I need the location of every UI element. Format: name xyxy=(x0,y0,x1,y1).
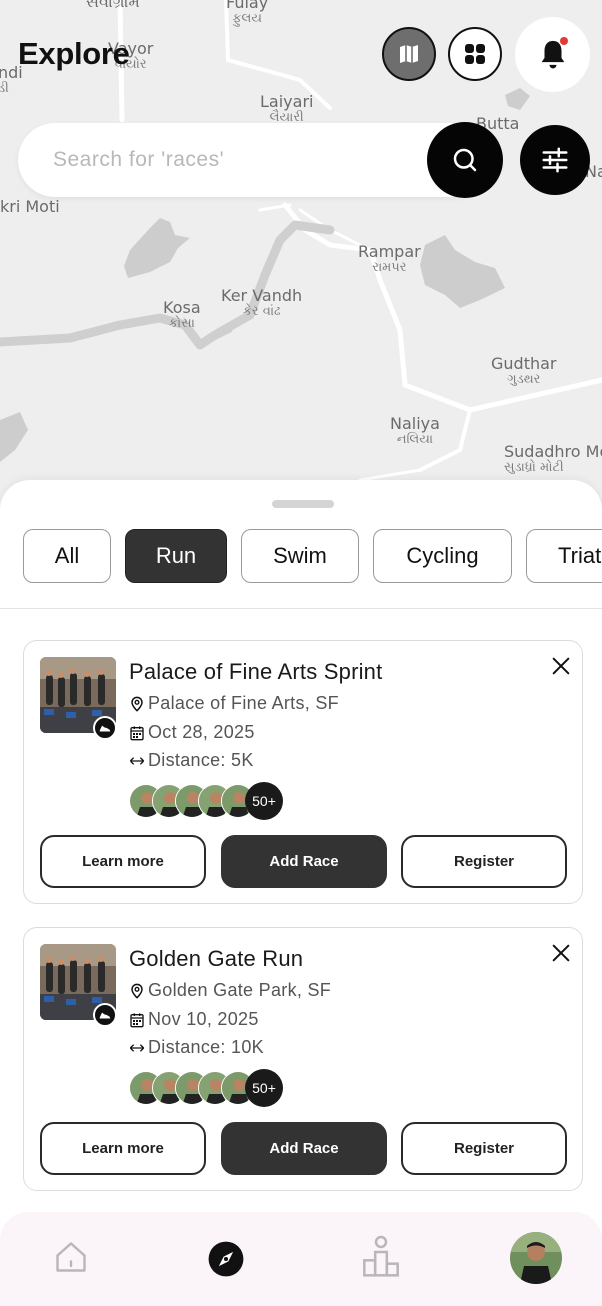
calendar-icon xyxy=(130,725,144,740)
running-shoe-icon xyxy=(93,1003,117,1027)
map-view-button[interactable] xyxy=(382,27,436,81)
chip-swim[interactable]: Swim xyxy=(241,529,359,583)
location-pin-icon xyxy=(131,983,143,999)
calendar-icon xyxy=(130,1012,144,1027)
race-location-text: Palace of Fine Arts, SF xyxy=(148,693,339,713)
search-button[interactable] xyxy=(427,122,503,198)
map-icon xyxy=(400,45,418,63)
race-date-text: Nov 10, 2025 xyxy=(148,1009,259,1029)
race-card[interactable]: Golden Gate Run Golden Gate Park, SF Nov… xyxy=(23,927,583,1191)
sport-filter-chips: All Run Swim Cycling Triath xyxy=(23,529,602,583)
close-icon[interactable] xyxy=(550,942,572,964)
add-race-button[interactable]: Add Race xyxy=(221,1122,387,1175)
map-label-naliya: Naliya નલિયા xyxy=(390,414,440,448)
notifications-button[interactable] xyxy=(515,17,590,92)
grid-icon xyxy=(465,44,485,64)
leaderboard-icon xyxy=(363,1235,399,1277)
register-button[interactable]: Register xyxy=(401,835,567,888)
race-location-text: Golden Gate Park, SF xyxy=(148,980,332,1000)
race-location: Palace of Fine Arts, SF xyxy=(129,693,339,714)
close-icon[interactable] xyxy=(550,655,572,677)
race-distance-text: Distance: 5K xyxy=(148,750,254,770)
page-title: Explore xyxy=(18,36,130,71)
learn-more-button[interactable]: Learn more xyxy=(40,835,206,888)
profile-avatar[interactable] xyxy=(510,1232,562,1284)
sliders-icon xyxy=(542,147,568,173)
chip-cycling[interactable]: Cycling xyxy=(373,529,512,583)
participant-avatars[interactable]: 50+ xyxy=(129,1069,289,1107)
nav-explore[interactable] xyxy=(207,1240,245,1278)
running-shoe-icon xyxy=(93,716,117,740)
race-location: Golden Gate Park, SF xyxy=(129,980,331,1001)
distance-arrows-icon xyxy=(129,756,145,765)
bottom-navigation xyxy=(0,1212,602,1306)
nav-leaderboard[interactable] xyxy=(360,1234,402,1280)
home-icon xyxy=(56,1242,86,1272)
race-distance: Distance: 10K xyxy=(129,1037,264,1058)
map-label-kosa: Kosa કોસા xyxy=(163,298,201,332)
divider xyxy=(0,608,602,609)
participant-avatars[interactable]: 50+ xyxy=(129,782,289,820)
search-bar[interactable] xyxy=(18,123,488,197)
search-icon xyxy=(453,148,477,172)
add-race-button[interactable]: Add Race xyxy=(221,835,387,888)
sheet-drag-handle[interactable] xyxy=(272,500,334,508)
race-date: Oct 28, 2025 xyxy=(129,722,255,743)
map-label-sevagram: સેવાગ્રામ xyxy=(86,0,140,11)
chip-all[interactable]: All xyxy=(23,529,111,583)
race-title[interactable]: Golden Gate Run xyxy=(129,946,303,972)
race-date-text: Oct 28, 2025 xyxy=(148,722,255,742)
map-label-vakri-moti: kri Moti xyxy=(0,197,60,216)
map-label-gudthar: Gudthar ગુડથર xyxy=(491,354,557,388)
race-card[interactable]: Palace of Fine Arts Sprint Palace of Fin… xyxy=(23,640,583,904)
grid-view-button[interactable] xyxy=(448,27,502,81)
nav-home[interactable] xyxy=(50,1236,92,1278)
distance-arrows-icon xyxy=(129,1043,145,1052)
compass-icon xyxy=(208,1241,244,1277)
race-title[interactable]: Palace of Fine Arts Sprint xyxy=(129,659,382,685)
location-pin-icon xyxy=(131,696,143,712)
participants-more-count: 50+ xyxy=(245,1069,283,1107)
map-roads xyxy=(0,0,602,482)
filter-button[interactable] xyxy=(520,125,590,195)
learn-more-button[interactable]: Learn more xyxy=(40,1122,206,1175)
race-date: Nov 10, 2025 xyxy=(129,1009,259,1030)
search-input[interactable] xyxy=(53,145,413,175)
map-view[interactable]: સેવાગ્રામ Fulay ફુલય Vayor વાયોર ndi ડી Lai… xyxy=(0,0,602,500)
notification-dot xyxy=(560,37,568,45)
map-label-laiyari: Laiyari લૈયારી xyxy=(260,92,314,126)
participants-more-count: 50+ xyxy=(245,782,283,820)
map-label-fulay: Fulay ફુલય xyxy=(226,0,269,27)
map-label-ker-vandh: Ker Vandh કેર વાંઢ xyxy=(221,286,303,320)
race-distance: Distance: 5K xyxy=(129,750,254,771)
chip-run[interactable]: Run xyxy=(125,529,227,583)
map-label-rampar: Rampar રામપર xyxy=(358,242,421,276)
map-label-sudadhro-moti: Sudadhro Mo સુડાધ્રો મોટી xyxy=(504,442,602,476)
race-distance-text: Distance: 10K xyxy=(148,1037,264,1057)
chip-triathlon[interactable]: Triath xyxy=(526,529,602,583)
register-button[interactable]: Register xyxy=(401,1122,567,1175)
races-sheet: All Run Swim Cycling Triath Palace of Fi… xyxy=(0,480,602,1306)
